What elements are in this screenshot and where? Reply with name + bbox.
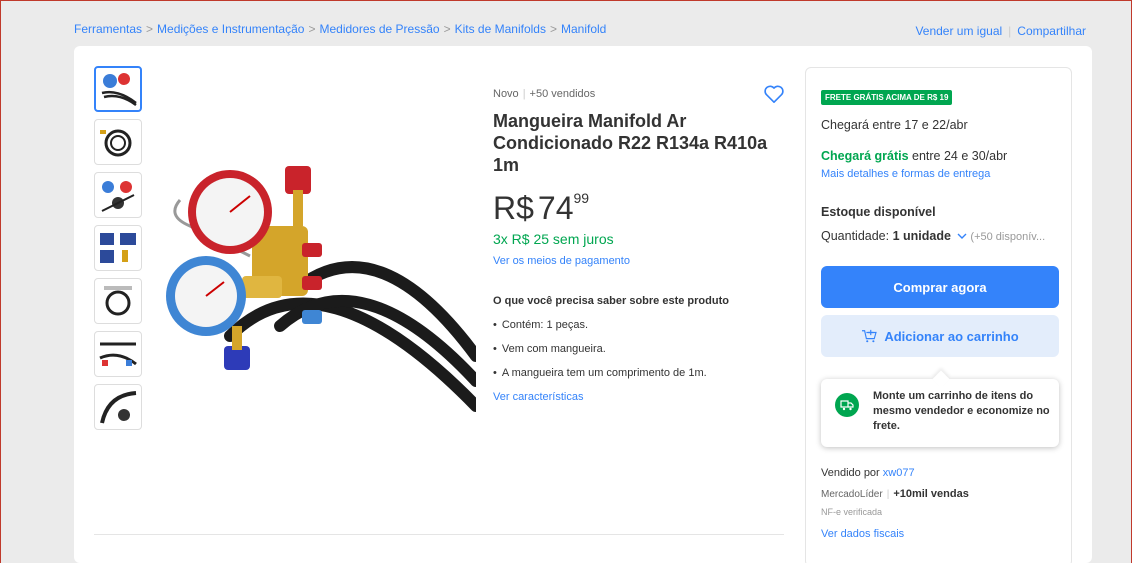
- favorite-button[interactable]: [763, 84, 785, 109]
- free-arrival-label: Chegará grátis: [821, 149, 909, 163]
- free-arrival: Chegará grátis entre 24 e 30/abr: [821, 149, 1007, 163]
- cart-plus-icon: [862, 329, 878, 343]
- breadcrumb-item-medicoes[interactable]: Medições e Instrumentação: [157, 22, 304, 36]
- breadcrumb-item-ferramentas[interactable]: Ferramentas: [74, 22, 142, 36]
- product-card: Novo | +50 vendidos Mangueira Manifold Ar …: [74, 46, 1092, 563]
- free-shipping-badge: FRETE GRÁTIS ACIMA DE R$ 19: [821, 90, 953, 105]
- hose-thumb-icon: [104, 286, 132, 316]
- thumbnail-2[interactable]: [94, 119, 142, 165]
- condition-row: Novo | +50 vendidos: [493, 88, 793, 100]
- kit-thumb-icon: [100, 233, 136, 263]
- quantity-value: 1 unidade: [892, 229, 951, 243]
- fiscal-data-link[interactable]: Ver dados fiscais: [821, 528, 904, 540]
- thumbnail-6[interactable]: [94, 331, 142, 377]
- quantity-selector[interactable]: Quantidade: 1 unidade (+50 disponív...: [821, 229, 1045, 243]
- breadcrumb: Ferramentas > Medições e Instrumentação > Me…: [74, 22, 606, 36]
- feature-list: Contém: 1 peças. Vem com mangueira. A ma…: [493, 319, 793, 379]
- quantity-available: (+50 disponív...: [970, 231, 1046, 243]
- feature-item: A mangueira tem um comprimento de 1m.: [493, 367, 793, 379]
- thumbnail-7[interactable]: [94, 384, 142, 430]
- seller-link[interactable]: xw077: [883, 467, 915, 479]
- quantity-label: Quantidade:: [821, 229, 893, 243]
- installments: 3x R$ 25 sem juros: [493, 231, 614, 247]
- seller-row: Vendido por xw077: [821, 467, 915, 479]
- top-actions: Vender um igual | Compartilhar: [915, 24, 1086, 38]
- breadcrumb-separator: >: [443, 22, 451, 36]
- seller-sales: +10mil vendas: [893, 488, 969, 500]
- thumbnail-1[interactable]: [94, 66, 142, 112]
- price: R$ 7499: [493, 190, 793, 227]
- breadcrumb-separator: >: [308, 22, 316, 36]
- feature-item: Vem com mangueira.: [493, 343, 793, 355]
- divider: |: [886, 489, 890, 500]
- free-arrival-dates: entre 24 e 30/abr: [908, 149, 1008, 163]
- nfe-verified: NF-e verificada: [821, 507, 883, 517]
- breadcrumb-item-medidores[interactable]: Medidores de Pressão: [319, 22, 439, 36]
- feature-item: Contém: 1 peças.: [493, 319, 793, 331]
- seller-reputation: MercadoLíder | +10mil vendas: [821, 488, 969, 500]
- price-integer: 74: [537, 190, 574, 226]
- product-title: Mangueira Manifold Ar Condicionado R22 R…: [493, 111, 768, 175]
- payment-methods-link[interactable]: Ver os meios de pagamento: [493, 255, 793, 267]
- hoses-thumb-icon: [99, 342, 137, 366]
- characteristics-link[interactable]: Ver características: [493, 391, 793, 403]
- gauges-thumb-icon: [101, 181, 135, 212]
- chevron-down-icon: [957, 233, 967, 239]
- divider: |: [1008, 24, 1012, 38]
- buy-box: FRETE GRÁTIS ACIMA DE R$ 19 Chegará entr…: [805, 67, 1072, 563]
- add-to-cart-label: Adicionar ao carrinho: [884, 328, 1019, 344]
- price-cents: 99: [573, 190, 590, 206]
- hose-coil-thumb-icon: [100, 129, 132, 157]
- truck-icon: [835, 393, 859, 417]
- hose-detail-thumb-icon: [100, 391, 137, 424]
- thumbnail-4[interactable]: [94, 225, 142, 271]
- sold-count: +50 vendidos: [529, 88, 596, 100]
- sell-similar-link[interactable]: Vender um igual: [915, 24, 1002, 38]
- tooltip-text: Monte um carrinho de itens do mesmo vend…: [873, 390, 1050, 432]
- section-divider: [94, 534, 784, 535]
- breadcrumb-separator: >: [146, 22, 154, 36]
- breadcrumb-item-kits[interactable]: Kits de Manifolds: [455, 22, 546, 36]
- sold-by-label: Vendido por: [821, 467, 883, 479]
- thumbnail-3[interactable]: [94, 172, 142, 218]
- thumbnail-list: [94, 66, 144, 437]
- stock-title: Estoque disponível: [821, 205, 936, 219]
- mercadolider-label: MercadoLíder: [821, 489, 883, 500]
- product-main-image[interactable]: [160, 156, 482, 456]
- product-info: Novo | +50 vendidos Mangueira Manifold Ar …: [493, 85, 793, 403]
- condition-label: Novo: [493, 88, 519, 100]
- know-title: O que você precisa saber sobre este prod…: [493, 295, 729, 307]
- delivery-details-link[interactable]: Mais detalhes e formas de entrega: [821, 168, 990, 180]
- thumbnail-5[interactable]: [94, 278, 142, 324]
- manifold-gauge-image: [166, 166, 482, 412]
- breadcrumb-item-manifold[interactable]: Manifold: [561, 22, 606, 36]
- price-currency: R$: [493, 190, 534, 226]
- heart-icon: [764, 85, 784, 103]
- buy-now-button[interactable]: Comprar agora: [821, 266, 1059, 308]
- manifold-thumb-icon: [101, 73, 137, 107]
- arrival-date: Chegará entre 17 e 22/abr: [821, 118, 968, 132]
- add-to-cart-button[interactable]: Adicionar ao carrinho: [821, 315, 1059, 357]
- share-link[interactable]: Compartilhar: [1017, 24, 1086, 38]
- breadcrumb-separator: >: [549, 22, 557, 36]
- divider: |: [522, 88, 526, 100]
- cart-tooltip: Monte um carrinho de itens do mesmo vend…: [821, 379, 1059, 447]
- top-bar: Ferramentas > Medições e Instrumentação > Me…: [0, 0, 1132, 42]
